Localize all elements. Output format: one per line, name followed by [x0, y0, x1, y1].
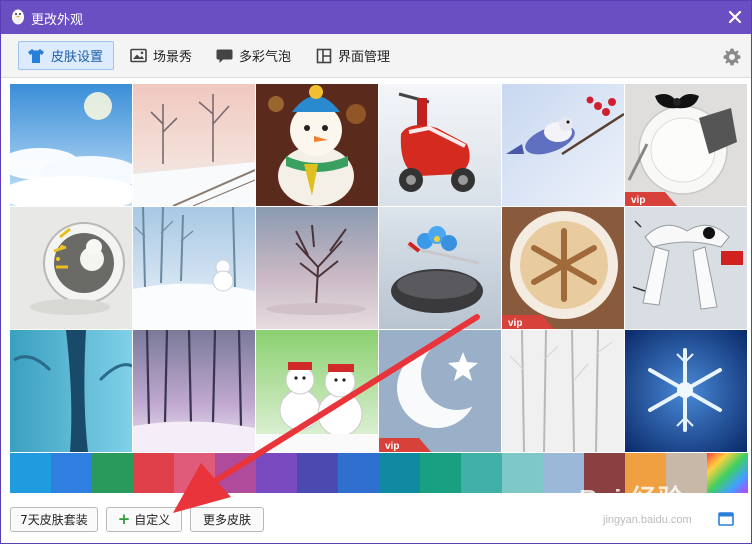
penguin-icon — [12, 9, 24, 25]
color-swatch[interactable] — [51, 453, 92, 493]
color-swatch[interactable] — [420, 453, 461, 493]
button-label: 自定义 — [134, 513, 171, 527]
skin-thumbnail — [10, 330, 132, 452]
tab-label: 界面管理 — [338, 50, 391, 65]
tab-bar: 皮肤设置 场景秀 多彩气泡 界面管理 — [1, 34, 751, 78]
window-title: 更改外观 — [31, 13, 84, 28]
skin-thumbnail — [10, 84, 132, 206]
skin-tile[interactable] — [625, 207, 747, 329]
skin-tile[interactable] — [625, 330, 747, 452]
chat-bubble-icon — [216, 49, 233, 63]
title-bar[interactable]: 更改外观 — [1, 1, 751, 34]
vip-badge: vip — [502, 315, 554, 329]
color-swatch[interactable] — [543, 453, 584, 493]
skin-tile[interactable] — [256, 330, 378, 452]
skin-thumbnail — [133, 207, 255, 329]
skin-thumbnail — [133, 330, 255, 452]
skin-tile[interactable] — [502, 330, 624, 452]
color-swatch[interactable] — [10, 453, 51, 493]
tab-color-bubbles[interactable]: 多彩气泡 — [207, 41, 302, 70]
skin-tile[interactable] — [379, 207, 501, 329]
skin-tile[interactable] — [502, 84, 624, 206]
skin-thumbnail — [625, 84, 747, 206]
more-skins-button[interactable]: 更多皮肤 — [190, 507, 264, 532]
gear-icon[interactable] — [722, 47, 742, 67]
skin-tile[interactable] — [379, 84, 501, 206]
close-icon[interactable] — [725, 7, 745, 27]
skin-thumbnail — [256, 207, 378, 329]
color-swatch[interactable] — [338, 453, 379, 493]
skin-tile[interactable] — [256, 84, 378, 206]
color-swatch[interactable] — [707, 453, 748, 493]
skin-thumbnail — [625, 207, 747, 329]
color-swatch[interactable] — [92, 453, 133, 493]
skin-thumbnail — [133, 84, 255, 206]
skin-tile[interactable] — [10, 207, 132, 329]
skin-tile[interactable] — [133, 84, 255, 206]
seven-day-skin-suit-button[interactable]: 7天皮肤套装 — [10, 507, 98, 532]
skin-thumbnail — [502, 330, 624, 452]
tab-label: 多彩气泡 — [239, 50, 292, 65]
watermark-logo: Bai 经验 — [579, 484, 685, 514]
button-label: 7天皮肤套装 — [20, 513, 88, 527]
skin-thumbnail — [379, 330, 501, 452]
color-swatch[interactable] — [297, 453, 338, 493]
skin-tile[interactable] — [133, 330, 255, 452]
svg-text:vip: vip — [631, 195, 645, 206]
color-swatch[interactable] — [379, 453, 420, 493]
layout-icon — [316, 48, 332, 63]
skin-thumbnail — [379, 84, 501, 206]
skin-grid: vip vip vip — [10, 84, 748, 452]
skin-tile[interactable]: vip — [625, 84, 747, 206]
button-label: 更多皮肤 — [202, 513, 251, 527]
color-swatch[interactable] — [256, 453, 297, 493]
color-swatch[interactable] — [461, 453, 502, 493]
skin-thumbnail — [502, 207, 624, 329]
color-swatch[interactable] — [502, 453, 543, 493]
picture-icon — [130, 48, 147, 63]
tab-ui-management[interactable]: 界面管理 — [307, 41, 401, 70]
tab-label: 皮肤设置 — [51, 50, 104, 65]
skin-tile[interactable] — [10, 84, 132, 206]
vip-badge: vip — [625, 192, 677, 206]
skin-thumbnail — [256, 330, 378, 452]
color-swatch[interactable] — [174, 453, 215, 493]
skin-tile[interactable] — [10, 330, 132, 452]
svg-text:vip: vip — [385, 441, 399, 452]
appearance-window: 更改外观 皮肤设置 场景秀 多彩气泡 界面管理 vip vip vip 7天皮肤… — [0, 0, 752, 544]
skin-tile[interactable] — [133, 207, 255, 329]
plus-icon: + — [117, 510, 131, 528]
skin-tile[interactable]: vip — [379, 330, 501, 452]
color-swatch[interactable] — [215, 453, 256, 493]
shirt-icon — [28, 48, 44, 63]
skin-thumbnail — [502, 84, 624, 206]
tab-label: 场景秀 — [153, 50, 193, 65]
svg-text:vip: vip — [508, 318, 522, 329]
skin-tile[interactable]: vip — [502, 207, 624, 329]
skin-thumbnail — [256, 84, 378, 206]
skin-thumbnail — [379, 207, 501, 329]
window-mode-icon[interactable] — [718, 512, 734, 526]
tab-skin-settings[interactable]: 皮肤设置 — [18, 41, 115, 70]
tab-scene-show[interactable]: 场景秀 — [121, 41, 203, 70]
color-swatch[interactable] — [133, 453, 174, 493]
skin-tile[interactable] — [256, 207, 378, 329]
skin-thumbnail — [625, 330, 747, 452]
skin-thumbnail — [10, 207, 132, 329]
watermark-url: jingyan.baidu.com — [603, 514, 692, 526]
custom-skin-button[interactable]: + 自定义 — [106, 507, 182, 532]
vip-badge: vip — [379, 438, 431, 452]
